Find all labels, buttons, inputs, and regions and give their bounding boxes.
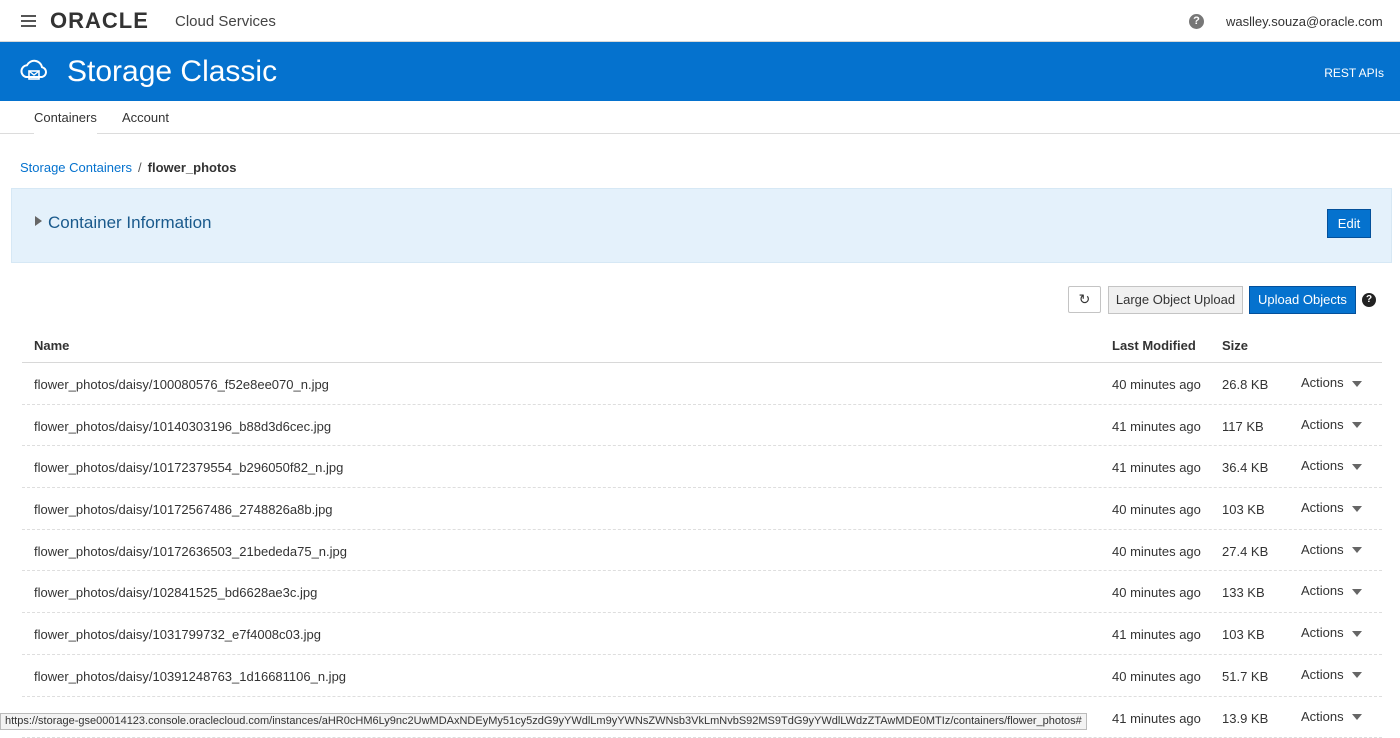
- table-row[interactable]: flower_photos/daisy/10140303196_b88d3d6c…: [22, 405, 1382, 447]
- page-title: Storage Classic: [67, 55, 277, 89]
- breadcrumb-current: flower_photos: [148, 160, 237, 175]
- actions-label: Actions: [1301, 500, 1344, 515]
- oracle-logo[interactable]: ORACLE: [50, 8, 149, 34]
- chevron-down-icon: [1352, 631, 1362, 637]
- brand-subtitle: Cloud Services: [175, 13, 276, 30]
- object-name[interactable]: flower_photos/daisy/1031799732_e7f4008c0…: [34, 627, 321, 642]
- object-size: 36.4 KB: [1222, 460, 1268, 475]
- object-name[interactable]: flower_photos/daisy/102841525_bd6628ae3c…: [34, 585, 317, 600]
- chevron-down-icon: [1352, 672, 1362, 678]
- object-size: 103 KB: [1222, 502, 1265, 517]
- object-size: 13.9 KB: [1222, 711, 1268, 726]
- rest-apis-link[interactable]: REST APIs: [1324, 66, 1384, 80]
- table-row[interactable]: flower_photos/daisy/10172636503_21bededa…: [22, 530, 1382, 572]
- object-last-modified: 41 minutes ago: [1112, 419, 1201, 434]
- object-size: 117 KB: [1222, 419, 1264, 434]
- object-name[interactable]: flower_photos/daisy/10391248763_1d166811…: [34, 669, 346, 684]
- tab-bar: Containers Account: [0, 101, 1400, 134]
- table-row[interactable]: flower_photos/daisy/102841525_bd6628ae3c…: [22, 571, 1382, 613]
- table-row[interactable]: flower_photos/daisy/1031799732_e7f4008c0…: [22, 613, 1382, 655]
- object-last-modified: 41 minutes ago: [1112, 711, 1201, 726]
- help-icon[interactable]: ?: [1189, 14, 1204, 29]
- edit-button[interactable]: Edit: [1327, 209, 1371, 238]
- actions-label: Actions: [1301, 542, 1344, 557]
- chevron-down-icon: [1352, 714, 1362, 720]
- actions-label: Actions: [1301, 667, 1344, 682]
- table-row[interactable]: flower_photos/daisy/10172567486_2748826a…: [22, 488, 1382, 530]
- hamburger-menu-icon[interactable]: [21, 15, 36, 27]
- status-bar-url: https://storage-gse00014123.console.orac…: [0, 713, 1087, 730]
- refresh-icon[interactable]: ↻: [1068, 286, 1101, 313]
- actions-menu[interactable]: Actions: [1301, 375, 1362, 390]
- container-info-title[interactable]: Container Information: [48, 213, 211, 233]
- table-row[interactable]: flower_photos/daisy/10391248763_1d166811…: [22, 655, 1382, 697]
- object-last-modified: 40 minutes ago: [1112, 669, 1201, 684]
- expand-triangle-icon[interactable]: [35, 216, 42, 226]
- actions-label: Actions: [1301, 417, 1344, 432]
- object-size: 26.8 KB: [1222, 377, 1268, 392]
- chevron-down-icon: [1352, 422, 1362, 428]
- tab-containers[interactable]: Containers: [34, 101, 97, 134]
- chevron-down-icon: [1352, 506, 1362, 512]
- actions-label: Actions: [1301, 709, 1344, 724]
- actions-menu[interactable]: Actions: [1301, 417, 1362, 432]
- actions-menu[interactable]: Actions: [1301, 500, 1362, 515]
- actions-label: Actions: [1301, 458, 1344, 473]
- container-info-panel: Container Information Edit: [11, 188, 1392, 263]
- object-size: 27.4 KB: [1222, 544, 1268, 559]
- actions-menu[interactable]: Actions: [1301, 458, 1362, 473]
- breadcrumb-storage-containers[interactable]: Storage Containers: [20, 160, 132, 175]
- actions-menu[interactable]: Actions: [1301, 542, 1362, 557]
- object-size: 103 KB: [1222, 627, 1265, 642]
- object-name[interactable]: flower_photos/daisy/10172379554_b296050f…: [34, 460, 343, 475]
- object-last-modified: 41 minutes ago: [1112, 627, 1201, 642]
- table-body: flower_photos/daisy/100080576_f52e8ee070…: [22, 363, 1382, 738]
- breadcrumb: Storage Containers / flower_photos: [20, 160, 236, 175]
- actions-label: Actions: [1301, 583, 1344, 598]
- actions-menu[interactable]: Actions: [1301, 583, 1362, 598]
- large-object-upload-button[interactable]: Large Object Upload: [1108, 286, 1243, 314]
- table-row[interactable]: flower_photos/daisy/10172379554_b296050f…: [22, 446, 1382, 488]
- upload-objects-button[interactable]: Upload Objects: [1249, 286, 1356, 314]
- object-last-modified: 40 minutes ago: [1112, 544, 1201, 559]
- object-size: 133 KB: [1222, 585, 1265, 600]
- actions-menu[interactable]: Actions: [1301, 709, 1362, 724]
- chevron-down-icon: [1352, 464, 1362, 470]
- object-size: 51.7 KB: [1222, 669, 1268, 684]
- column-header-size[interactable]: Size: [1222, 338, 1248, 353]
- object-last-modified: 41 minutes ago: [1112, 460, 1201, 475]
- chevron-down-icon: [1352, 547, 1362, 553]
- storage-cloud-icon: [18, 57, 50, 85]
- actions-label: Actions: [1301, 375, 1344, 390]
- column-header-last-modified[interactable]: Last Modified: [1112, 338, 1196, 353]
- object-name[interactable]: flower_photos/daisy/100080576_f52e8ee070…: [34, 377, 329, 392]
- actions-menu[interactable]: Actions: [1301, 625, 1362, 640]
- object-last-modified: 40 minutes ago: [1112, 377, 1201, 392]
- object-last-modified: 40 minutes ago: [1112, 502, 1201, 517]
- object-name[interactable]: flower_photos/daisy/10140303196_b88d3d6c…: [34, 419, 331, 434]
- actions-label: Actions: [1301, 625, 1344, 640]
- table-header: Name Last Modified Size: [22, 328, 1382, 363]
- object-name[interactable]: flower_photos/daisy/10172636503_21bededa…: [34, 544, 347, 559]
- chevron-down-icon: [1352, 381, 1362, 387]
- object-name[interactable]: flower_photos/daisy/10172567486_2748826a…: [34, 502, 333, 517]
- column-header-name[interactable]: Name: [34, 338, 69, 353]
- chevron-down-icon: [1352, 589, 1362, 595]
- actions-menu[interactable]: Actions: [1301, 667, 1362, 682]
- top-bar: ORACLE Cloud Services ? waslley.souza@or…: [0, 0, 1400, 42]
- tab-account[interactable]: Account: [122, 101, 169, 134]
- toolbar-help-icon[interactable]: ?: [1362, 293, 1376, 307]
- breadcrumb-separator: /: [138, 160, 142, 175]
- objects-table: Name Last Modified Size flower_photos/da…: [22, 328, 1382, 738]
- service-banner: Storage Classic REST APIs: [0, 42, 1400, 101]
- object-last-modified: 40 minutes ago: [1112, 585, 1201, 600]
- user-menu[interactable]: waslley.souza@oracle.com: [1226, 14, 1383, 29]
- table-row[interactable]: flower_photos/daisy/100080576_f52e8ee070…: [22, 363, 1382, 405]
